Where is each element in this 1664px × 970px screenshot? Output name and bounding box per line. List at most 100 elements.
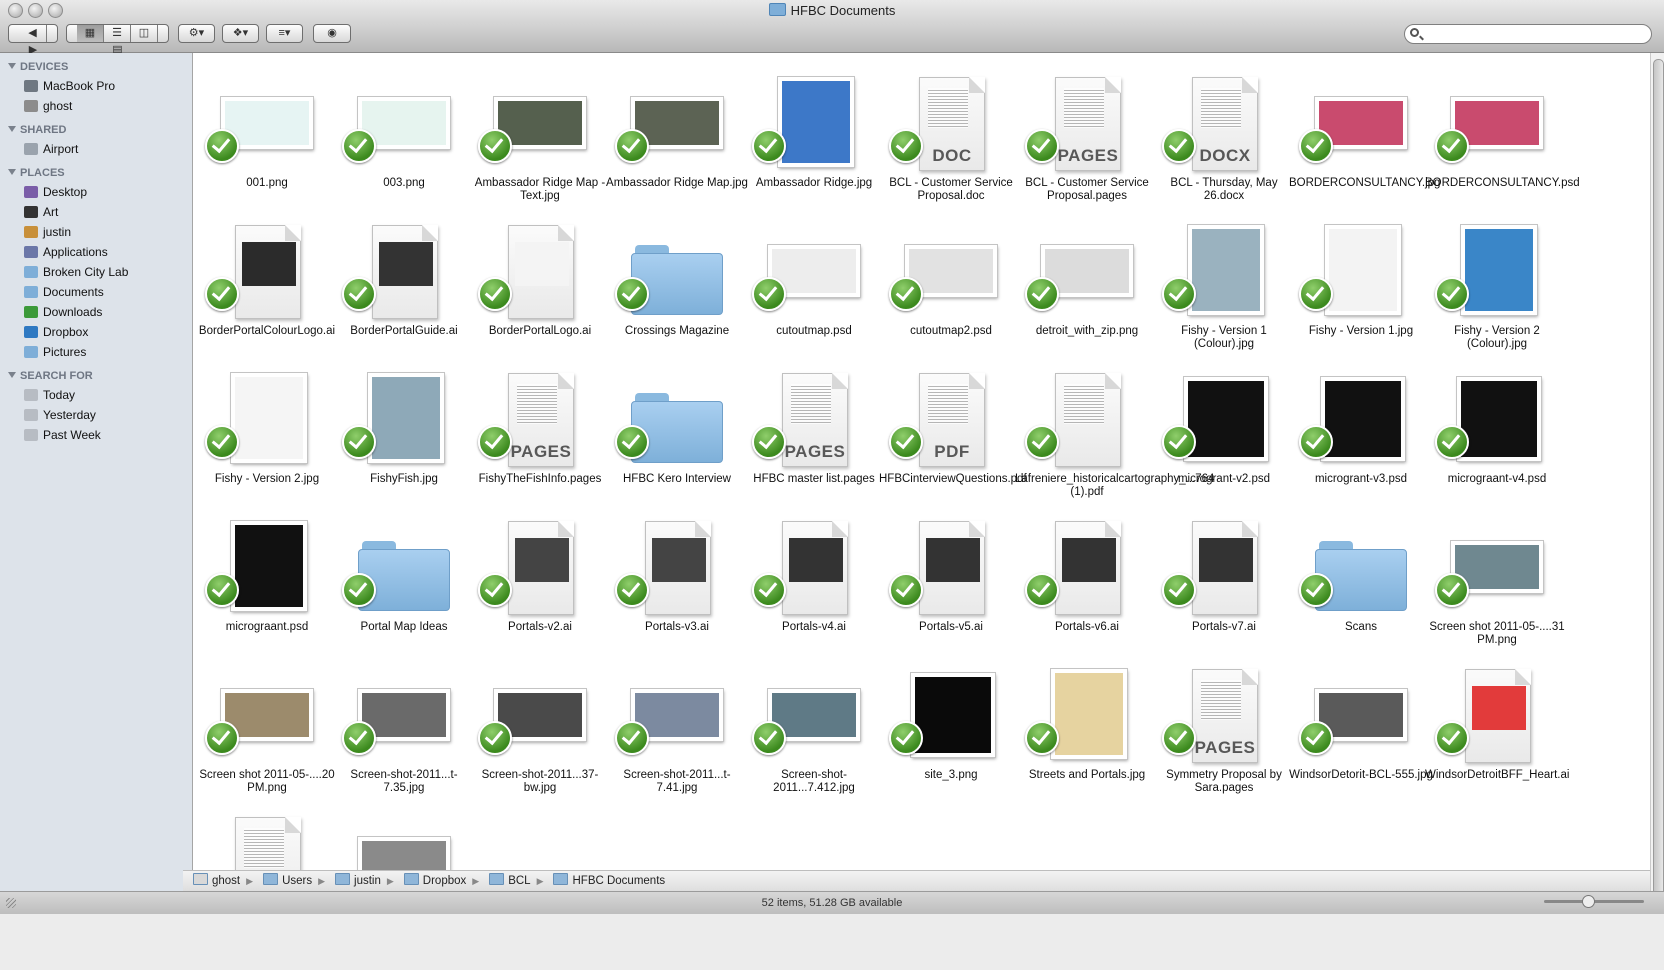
file-item[interactable]: Crossings Magazine xyxy=(605,213,749,369)
path-crumb-bcl[interactable]: BCL ▶ xyxy=(489,871,543,891)
file-item[interactable]: Screen-shot-2011...t-7.41.jpg xyxy=(605,657,749,813)
file-item[interactable]: BORDERCONSULTANCY.jpg xyxy=(1289,65,1440,221)
dropbox-menu-button[interactable]: ❖▾ xyxy=(222,24,259,43)
sidebar-item-airport[interactable]: Airport xyxy=(0,139,192,159)
file-item[interactable]: cutoutmap2.psd xyxy=(879,213,1023,369)
icon-size-slider[interactable] xyxy=(1544,895,1644,908)
file-item[interactable]: DOC BCL - Customer Service Proposal.doc xyxy=(879,65,1023,221)
file-item[interactable]: Portal Map Ideas xyxy=(332,509,476,665)
disclosure-triangle-icon[interactable] xyxy=(8,63,16,69)
file-item[interactable]: Ambassador Ridge.jpg xyxy=(742,65,886,221)
file-item[interactable]: Scans xyxy=(1289,509,1433,665)
sidebar-item-justin[interactable]: justin xyxy=(0,222,192,242)
file-item[interactable]: Portals-v2.ai xyxy=(468,509,612,665)
path-crumb-users[interactable]: Users ▶ xyxy=(263,871,325,891)
sidebar-item-past-week[interactable]: Past Week xyxy=(0,425,192,445)
file-item[interactable]: PDF HFBCinterviewQuestions.pdf xyxy=(879,361,1027,517)
dropbox-synced-check-icon xyxy=(889,721,923,755)
file-item[interactable]: Lafreniere_historicalcartography_...764 … xyxy=(1015,361,1214,517)
sidebar-section-shared[interactable]: SHARED xyxy=(0,122,192,139)
file-item[interactable]: FishyFish.jpg xyxy=(332,361,476,517)
search-input[interactable] xyxy=(1404,24,1652,44)
sidebar-section-devices[interactable]: DEVICES xyxy=(0,59,192,76)
file-item[interactable]: micrograant.psd xyxy=(195,509,339,665)
file-name-label: BorderPortalColourLogo.ai xyxy=(198,325,336,337)
quick-look-button[interactable]: ◉ xyxy=(313,24,351,43)
sidebar-item-desktop[interactable]: Desktop xyxy=(0,182,192,202)
path-crumb-ghost[interactable]: ghost ▶ xyxy=(193,871,253,891)
file-item[interactable]: Portals-v5.ai xyxy=(879,509,1023,665)
file-item[interactable]: microgrant-v2.psd xyxy=(1152,361,1296,517)
file-name-label: Ambassador Ridge.jpg xyxy=(755,177,873,189)
disclosure-triangle-icon[interactable] xyxy=(8,169,16,175)
file-item[interactable]: micrograant-v4.psd xyxy=(1425,361,1569,517)
file-name-label: microgrant-v3.psd xyxy=(1314,473,1408,485)
path-crumb-justin[interactable]: justin ▶ xyxy=(335,871,394,891)
column-view-button[interactable]: ◫ xyxy=(131,25,158,42)
file-item[interactable]: 001.png xyxy=(195,65,339,221)
disclosure-triangle-icon[interactable] xyxy=(8,372,16,378)
sidebar-section-places[interactable]: PLACES xyxy=(0,165,192,182)
sidebar-item-yesterday[interactable]: Yesterday xyxy=(0,405,192,425)
file-item[interactable]: Fishy - Version 1.jpg xyxy=(1289,213,1433,369)
file-item[interactable]: PAGES FishyTheFishInfo.pages xyxy=(468,361,612,517)
scroll-thumb[interactable] xyxy=(1653,59,1664,901)
list-view-button[interactable]: ☰ xyxy=(104,25,131,42)
file-item[interactable]: Portals-v6.ai xyxy=(1015,509,1159,665)
back-button[interactable]: ◀ xyxy=(20,25,47,42)
sidebar-item-art[interactable]: Art xyxy=(0,202,192,222)
file-item[interactable]: BorderPortalGuide.ai xyxy=(332,213,476,369)
sidebar-item-documents[interactable]: Documents xyxy=(0,282,192,302)
file-item[interactable]: BorderPortalLogo.ai xyxy=(468,213,612,369)
file-item[interactable]: Screen-shot-2011...37-bw.jpg xyxy=(468,657,612,813)
file-item[interactable]: Fishy - Version 2 (Colour).jpg xyxy=(1425,213,1569,369)
file-item[interactable]: WindsorDetroitBFF_Heart.ai xyxy=(1425,657,1569,813)
arrange-icon: ≡▾ xyxy=(278,27,291,39)
path-crumb-hfbc-documents[interactable]: HFBC Documents xyxy=(553,871,665,891)
sidebar-item-downloads[interactable]: Downloads xyxy=(0,302,192,322)
sidebar-item-applications[interactable]: Applications xyxy=(0,242,192,262)
file-item[interactable]: Fishy - Version 2.jpg xyxy=(195,361,339,517)
file-item[interactable]: PAGES BCL - Customer Service Proposal.pag… xyxy=(1015,65,1159,221)
slider-knob[interactable] xyxy=(1582,895,1595,908)
sidebar-item-broken-city-lab[interactable]: Broken City Lab xyxy=(0,262,192,282)
sidebar-item-macbook-pro[interactable]: MacBook Pro xyxy=(0,76,192,96)
file-item[interactable]: 003.png xyxy=(332,65,476,221)
sidebar-item-pictures[interactable]: Pictures xyxy=(0,342,192,362)
file-name-label: BorderPortalGuide.ai xyxy=(350,325,458,337)
file-item[interactable]: Ambassador Ridge Map.jpg xyxy=(605,65,749,221)
file-item[interactable]: Screen-shot-2011...t-7.35.jpg xyxy=(332,657,476,813)
file-item[interactable]: Fishy - Version 1 (Colour).jpg xyxy=(1152,213,1296,369)
file-item[interactable]: BORDERCONSULTANCY.psd xyxy=(1425,65,1580,221)
file-item[interactable]: detroit_with_zip.png xyxy=(1015,213,1159,369)
file-item[interactable]: Ambassador Ridge Map - Text.jpg xyxy=(468,65,612,221)
sidebar-item-dropbox[interactable]: Dropbox xyxy=(0,322,192,342)
file-item[interactable]: WindsorDetorit-BCL-555.jpg xyxy=(1289,657,1433,813)
resize-grip-icon[interactable] xyxy=(6,898,16,908)
file-item[interactable]: microgrant-v3.psd xyxy=(1289,361,1433,517)
action-gear-button[interactable]: ⚙▾ xyxy=(178,24,215,43)
file-item[interactable]: Portals-v7.ai xyxy=(1152,509,1296,665)
file-item[interactable]: PAGES Symmetry Proposal by Sara.pages xyxy=(1152,657,1296,813)
file-item[interactable]: Screen shot 2011-05-....20 PM.png xyxy=(195,657,339,813)
dropbox-synced-check-icon xyxy=(615,721,649,755)
file-item[interactable]: PAGES HFBC master list.pages xyxy=(742,361,886,517)
file-item[interactable]: site_3.png xyxy=(879,657,1023,813)
file-item[interactable]: cutoutmap.psd xyxy=(742,213,886,369)
arrange-button[interactable]: ≡▾ xyxy=(266,24,303,43)
file-item[interactable]: DOCX BCL - Thursday, May 26.docx xyxy=(1152,65,1296,221)
sidebar-item-today[interactable]: Today xyxy=(0,385,192,405)
file-item[interactable]: Screen-shot-2011...7.412.jpg xyxy=(742,657,886,813)
path-crumb-dropbox[interactable]: Dropbox ▶ xyxy=(403,871,479,891)
sidebar-item-ghost[interactable]: ghost xyxy=(0,96,192,116)
file-item[interactable]: Portals-v4.ai xyxy=(742,509,886,665)
disclosure-triangle-icon[interactable] xyxy=(8,126,16,132)
vertical-scrollbar[interactable] xyxy=(1650,53,1664,918)
file-item[interactable]: Portals-v3.ai xyxy=(605,509,749,665)
icon-view-button[interactable]: ▦ xyxy=(77,25,104,42)
file-item[interactable]: HFBC Kero Interview xyxy=(605,361,749,517)
file-item[interactable]: Screen shot 2011-05-....31 PM.png xyxy=(1425,509,1569,665)
file-item[interactable]: Streets and Portals.jpg xyxy=(1015,657,1159,813)
sidebar-section-search-for[interactable]: SEARCH FOR xyxy=(0,368,192,385)
file-item[interactable]: BorderPortalColourLogo.ai xyxy=(195,213,339,369)
